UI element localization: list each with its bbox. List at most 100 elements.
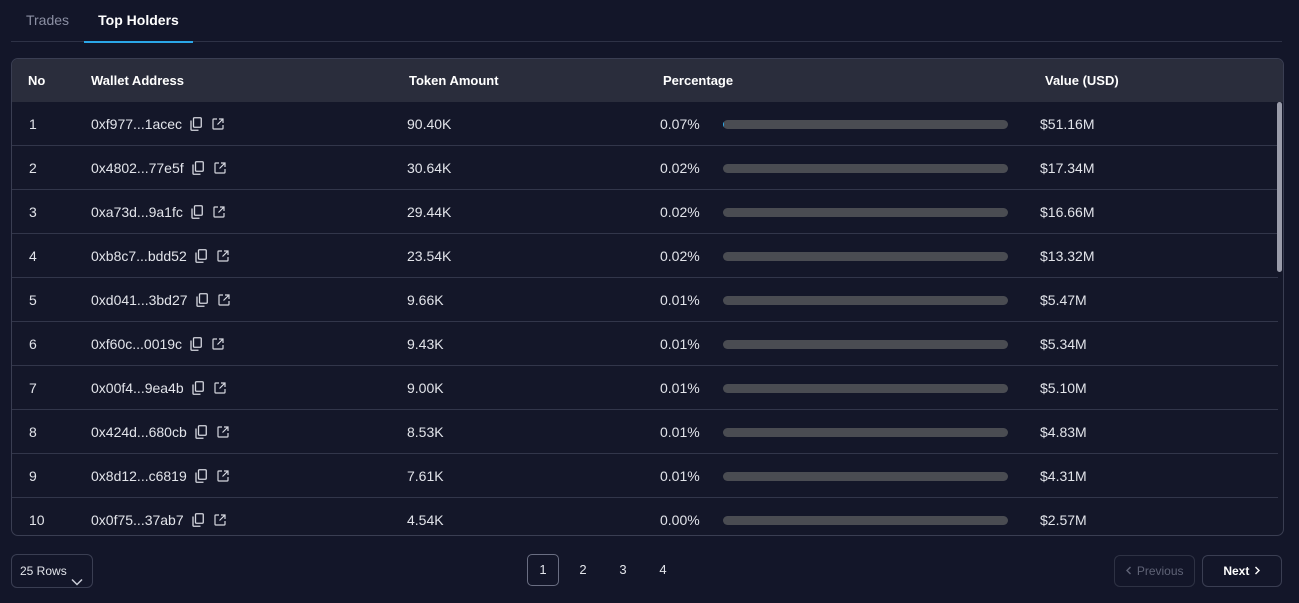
previous-label: Previous: [1136, 564, 1184, 578]
token-amount: 9.00K: [407, 380, 444, 396]
percentage-bar: [723, 516, 1008, 525]
percentage-value: 0.01%: [660, 424, 700, 440]
wallet-address[interactable]: 0xf977...1acec: [91, 102, 182, 146]
value-usd: $16.66M: [1040, 204, 1095, 220]
copy-icon[interactable]: [189, 204, 205, 220]
wallet-address[interactable]: 0x424d...680cb: [91, 410, 187, 454]
rows-per-page-select[interactable]: 25 Rows: [11, 554, 93, 588]
copy-icon[interactable]: [194, 292, 210, 308]
header-percentage: Percentage: [663, 73, 734, 88]
external-link-icon[interactable]: [215, 424, 231, 440]
page-4-button[interactable]: 4: [647, 554, 679, 586]
percentage-bar: [723, 340, 1008, 349]
percentage-bar: [723, 164, 1008, 173]
table-row: 10 0x0f75...37ab7 4.54K 0.00% $2.57M: [12, 498, 1278, 535]
next-button[interactable]: Next: [1202, 555, 1282, 587]
percentage-value: 0.07%: [660, 116, 700, 132]
table-footer: 25 Rows 1 2 3 4 Previous Next: [0, 554, 1299, 588]
row-number: 1: [29, 116, 37, 132]
next-label: Next: [1223, 564, 1250, 578]
value-usd: $51.16M: [1040, 116, 1095, 132]
copy-icon[interactable]: [190, 512, 206, 528]
rows-per-page-label: 25 Rows: [20, 564, 67, 578]
percentage-bar: [723, 252, 1008, 261]
wallet-address[interactable]: 0x00f4...9ea4b: [91, 366, 184, 410]
wallet-address[interactable]: 0xf60c...0019c: [91, 322, 182, 366]
table-scrollbar[interactable]: [1277, 102, 1282, 535]
wallet-address[interactable]: 0xa73d...9a1fc: [91, 190, 183, 234]
copy-icon[interactable]: [188, 336, 204, 352]
wallet-address-cell: 0x4802...77e5f: [91, 146, 234, 190]
value-usd: $5.47M: [1040, 292, 1087, 308]
row-number: 10: [29, 512, 45, 528]
wallet-address[interactable]: 0xb8c7...bdd52: [91, 234, 187, 278]
page-3-button[interactable]: 3: [607, 554, 639, 586]
chevron-right-icon: [1253, 556, 1261, 586]
value-usd: $5.10M: [1040, 380, 1087, 396]
percentage-bar: [723, 384, 1008, 393]
header-no: No: [28, 73, 46, 88]
copy-icon[interactable]: [190, 160, 206, 176]
tab-top-holders[interactable]: Top Holders: [84, 0, 193, 43]
wallet-address[interactable]: 0x4802...77e5f: [91, 146, 184, 190]
header-token-amount: Token Amount: [409, 73, 499, 88]
row-number: 3: [29, 204, 37, 220]
token-amount: 90.40K: [407, 116, 452, 132]
table-row: 7 0x00f4...9ea4b 9.00K 0.01% $5.10M: [12, 366, 1278, 410]
percentage-value: 0.02%: [660, 204, 700, 220]
percentage-bar: [723, 428, 1008, 437]
wallet-address[interactable]: 0xd041...3bd27: [91, 278, 188, 322]
external-link-icon[interactable]: [212, 160, 228, 176]
external-link-icon[interactable]: [216, 292, 232, 308]
copy-icon[interactable]: [193, 424, 209, 440]
tab-trades[interactable]: Trades: [11, 0, 84, 42]
scrollbar-thumb[interactable]: [1277, 102, 1282, 272]
previous-button[interactable]: Previous: [1114, 555, 1195, 587]
chevron-left-icon: [1125, 556, 1133, 586]
token-amount: 4.54K: [407, 512, 444, 528]
percentage-value: 0.02%: [660, 248, 700, 264]
row-number: 6: [29, 336, 37, 352]
table-row: 3 0xa73d...9a1fc 29.44K 0.02% $16.66M: [12, 190, 1278, 234]
external-link-icon[interactable]: [211, 204, 227, 220]
external-link-icon[interactable]: [210, 116, 226, 132]
token-amount: 9.66K: [407, 292, 444, 308]
wallet-address[interactable]: 0x8d12...c6819: [91, 454, 187, 498]
copy-icon[interactable]: [188, 116, 204, 132]
wallet-address-cell: 0xf977...1acec: [91, 102, 232, 146]
table-row: 4 0xb8c7...bdd52 23.54K 0.02% $13.32M: [12, 234, 1278, 278]
holders-table: No Wallet Address Token Amount Percentag…: [11, 58, 1284, 536]
page-2-button[interactable]: 2: [567, 554, 599, 586]
table-row: 9 0x8d12...c6819 7.61K 0.01% $4.31M: [12, 454, 1278, 498]
value-usd: $13.32M: [1040, 248, 1095, 264]
value-usd: $17.34M: [1040, 160, 1095, 176]
wallet-address-cell: 0xb8c7...bdd52: [91, 234, 237, 278]
percentage-value: 0.01%: [660, 468, 700, 484]
token-amount: 8.53K: [407, 424, 444, 440]
token-amount: 7.61K: [407, 468, 444, 484]
wallet-address-cell: 0xf60c...0019c: [91, 322, 232, 366]
copy-icon[interactable]: [190, 380, 206, 396]
page-1-button[interactable]: 1: [527, 554, 559, 586]
header-wallet-address: Wallet Address: [91, 73, 184, 88]
external-link-icon[interactable]: [215, 248, 231, 264]
copy-icon[interactable]: [193, 468, 209, 484]
wallet-address[interactable]: 0x0f75...37ab7: [91, 498, 184, 535]
percentage-bar: [723, 208, 1008, 217]
table-row: 8 0x424d...680cb 8.53K 0.01% $4.83M: [12, 410, 1278, 454]
active-tab-indicator: [84, 41, 193, 43]
table-row: 1 0xf977...1acec 90.40K 0.07% $51.16M: [12, 102, 1278, 146]
wallet-address-cell: 0x424d...680cb: [91, 410, 237, 454]
tab-top-holders-label: Top Holders: [98, 12, 179, 28]
percentage-bar: [723, 472, 1008, 481]
external-link-icon[interactable]: [212, 380, 228, 396]
external-link-icon[interactable]: [212, 512, 228, 528]
percentage-value: 0.01%: [660, 336, 700, 352]
external-link-icon[interactable]: [210, 336, 226, 352]
wallet-address-cell: 0x00f4...9ea4b: [91, 366, 234, 410]
table-body[interactable]: 1 0xf977...1acec 90.40K 0.07% $51.16M 2 0x4802…: [12, 102, 1278, 535]
external-link-icon[interactable]: [215, 468, 231, 484]
row-number: 7: [29, 380, 37, 396]
percentage-bar: [723, 120, 1008, 129]
copy-icon[interactable]: [193, 248, 209, 264]
